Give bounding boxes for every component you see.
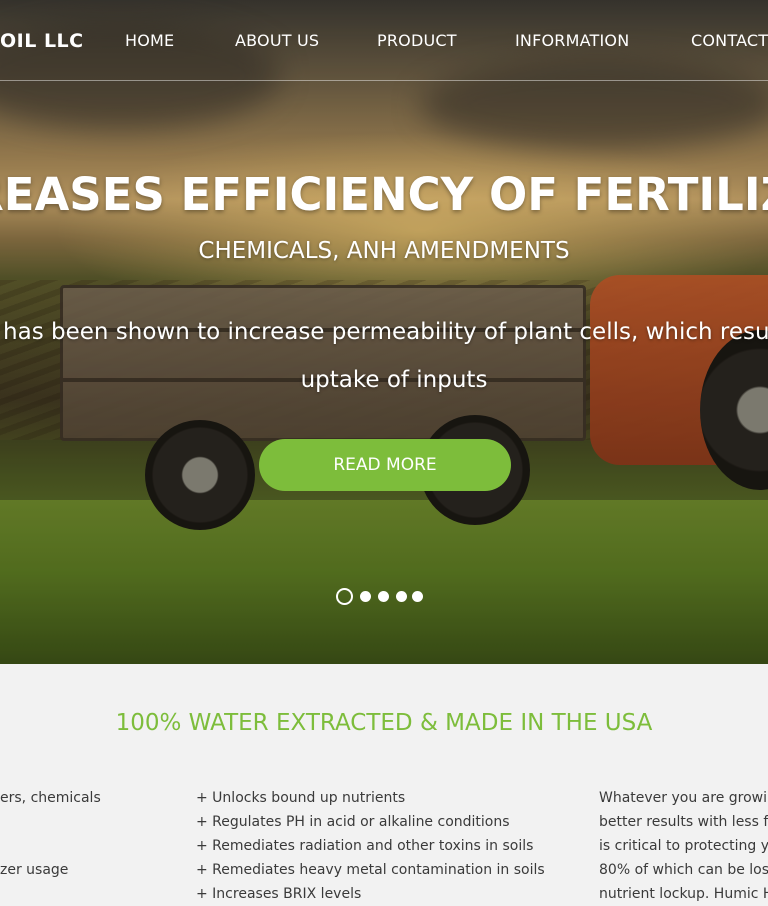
paragraph-line: nutrient lockup. Humic Ha: [599, 886, 768, 902]
hero-description-line: has been shown to increase permeability …: [3, 319, 768, 345]
list-item: + Increases BRIX levels: [196, 886, 362, 902]
list-item: [0, 810, 101, 834]
hero-slider: OIL LLC HOME ABOUT US PRODUCT INFORMATIO…: [0, 0, 768, 664]
slider-dot-4[interactable]: [396, 591, 407, 602]
nav-information[interactable]: INFORMATION: [515, 31, 629, 50]
features-section: 100% WATER EXTRACTED & MADE IN THE USA e…: [0, 664, 768, 903]
paragraph-line: is critical to protecting yo: [599, 838, 768, 854]
list-item: zer usage: [0, 862, 69, 878]
list-item: + Remediates heavy metal contamination i…: [196, 862, 545, 878]
brand-logo[interactable]: OIL LLC: [0, 30, 84, 52]
section-title: 100% WATER EXTRACTED & MADE IN THE USA: [115, 710, 653, 736]
nav-about-us[interactable]: ABOUT US: [235, 31, 319, 50]
features-left-column: ers, chemicals zer usage: [0, 786, 101, 882]
list-item: + Remediates radiation and other toxins …: [196, 838, 534, 854]
slider-dot-1[interactable]: [336, 588, 353, 605]
benefits-list: + Unlocks bound up nutrients + Regulates…: [196, 786, 545, 906]
paragraph-line: better results with less fer: [599, 814, 768, 830]
paragraph-line: 80% of which can be lost c: [599, 862, 768, 878]
nav-contact[interactable]: CONTACT: [691, 31, 768, 50]
nav-product[interactable]: PRODUCT: [377, 31, 457, 50]
hero-description-line: uptake of inputs: [300, 367, 488, 393]
list-item: + Regulates PH in acid or alkaline condi…: [196, 814, 510, 830]
list-item: [0, 834, 101, 858]
intro-paragraph: Whatever you are growing better results …: [599, 786, 768, 906]
slider-dot-2[interactable]: [360, 591, 371, 602]
list-item: ers, chemicals: [0, 790, 101, 806]
read-more-button[interactable]: READ MORE: [259, 439, 511, 491]
slider-dot-5[interactable]: [412, 591, 423, 602]
slider-dot-3[interactable]: [378, 591, 389, 602]
paragraph-line: Whatever you are growing: [599, 790, 768, 806]
hero-description: has been shown to increase permeability …: [0, 308, 768, 404]
hero-subtitle: CHEMICALS, ANH AMENDMENTS: [198, 238, 570, 264]
list-item: + Unlocks bound up nutrients: [196, 790, 406, 806]
top-navigation: OIL LLC HOME ABOUT US PRODUCT INFORMATIO…: [0, 0, 768, 81]
nav-home[interactable]: HOME: [125, 31, 174, 50]
hero-title: CREASES EFFICIENCY OF FERTILIZE: [0, 168, 768, 221]
